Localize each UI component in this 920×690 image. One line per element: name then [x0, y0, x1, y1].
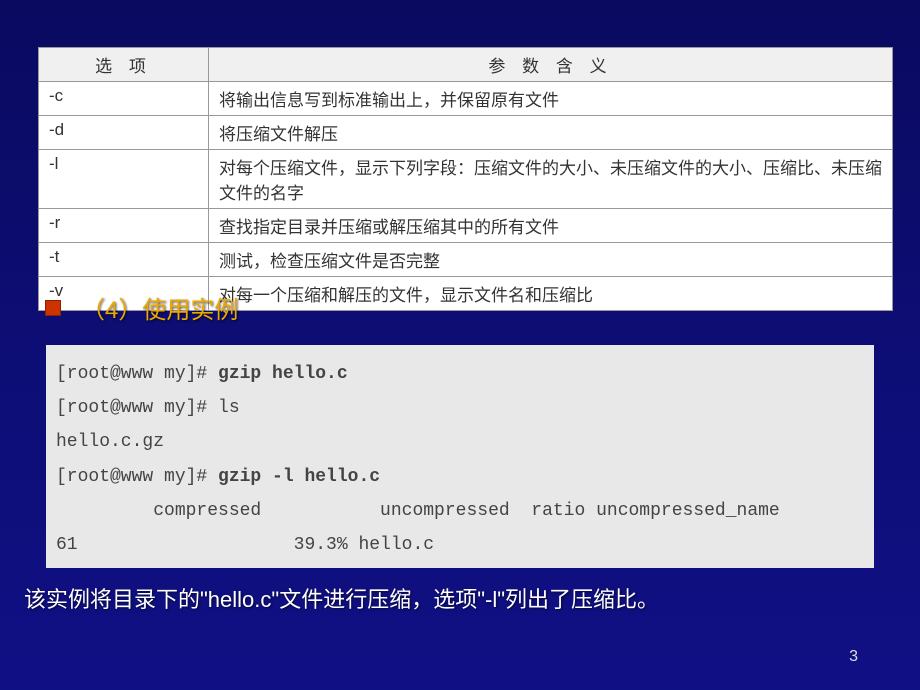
bullet-icon [45, 300, 61, 316]
cell-desc: 测试，检查压缩文件是否完整 [209, 243, 893, 277]
section-title: （4）使用实例 [81, 290, 238, 325]
code-line: [root@www my]# ls [56, 391, 874, 425]
code-prompt: [root@www my]# [56, 467, 218, 487]
cell-opt: -d [39, 116, 209, 150]
th-desc: 参 数 含 义 [209, 48, 893, 82]
code-cmd: gzip -l hello.c [218, 467, 380, 487]
page-number: 3 [849, 648, 858, 666]
code-example: [root@www my]# gzip hello.c [root@www my… [46, 345, 874, 568]
cell-opt: -c [39, 82, 209, 116]
cell-opt: -l [39, 150, 209, 209]
code-prompt: [root@www my]# [56, 364, 218, 384]
cell-desc: 将压缩文件解压 [209, 116, 893, 150]
options-table: 选 项 参 数 含 义 -c将输出信息写到标准输出上，并保留原有文件 -d将压缩… [38, 47, 893, 311]
cell-desc: 对每个压缩文件，显示下列字段：压缩文件的大小、未压缩文件的大小、压缩比、未压缩文… [209, 150, 893, 209]
table-row: -r查找指定目录并压缩或解压缩其中的所有文件 [39, 209, 893, 243]
code-line: hello.c.gz [56, 425, 874, 459]
cell-opt: -r [39, 209, 209, 243]
code-line: compressed uncompressed ratio uncompress… [56, 494, 874, 528]
cell-opt: -t [39, 243, 209, 277]
cell-desc: 查找指定目录并压缩或解压缩其中的所有文件 [209, 209, 893, 243]
footer-paragraph: 该实例将目录下的"hello.c"文件进行压缩，选项"-l"列出了压缩比。 [24, 582, 659, 614]
table-row: -l对每个压缩文件，显示下列字段：压缩文件的大小、未压缩文件的大小、压缩比、未压… [39, 150, 893, 209]
section-header: （4）使用实例 [45, 290, 238, 325]
th-option: 选 项 [39, 48, 209, 82]
cell-desc: 将输出信息写到标准输出上，并保留原有文件 [209, 82, 893, 116]
code-cmd: gzip hello.c [218, 364, 348, 384]
table-row: -d将压缩文件解压 [39, 116, 893, 150]
table-row: -c将输出信息写到标准输出上，并保留原有文件 [39, 82, 893, 116]
table-row: -t测试，检查压缩文件是否完整 [39, 243, 893, 277]
cell-desc: 对每一个压缩和解压的文件，显示文件名和压缩比 [209, 277, 893, 311]
code-line: 61 39.3% hello.c [56, 528, 874, 562]
